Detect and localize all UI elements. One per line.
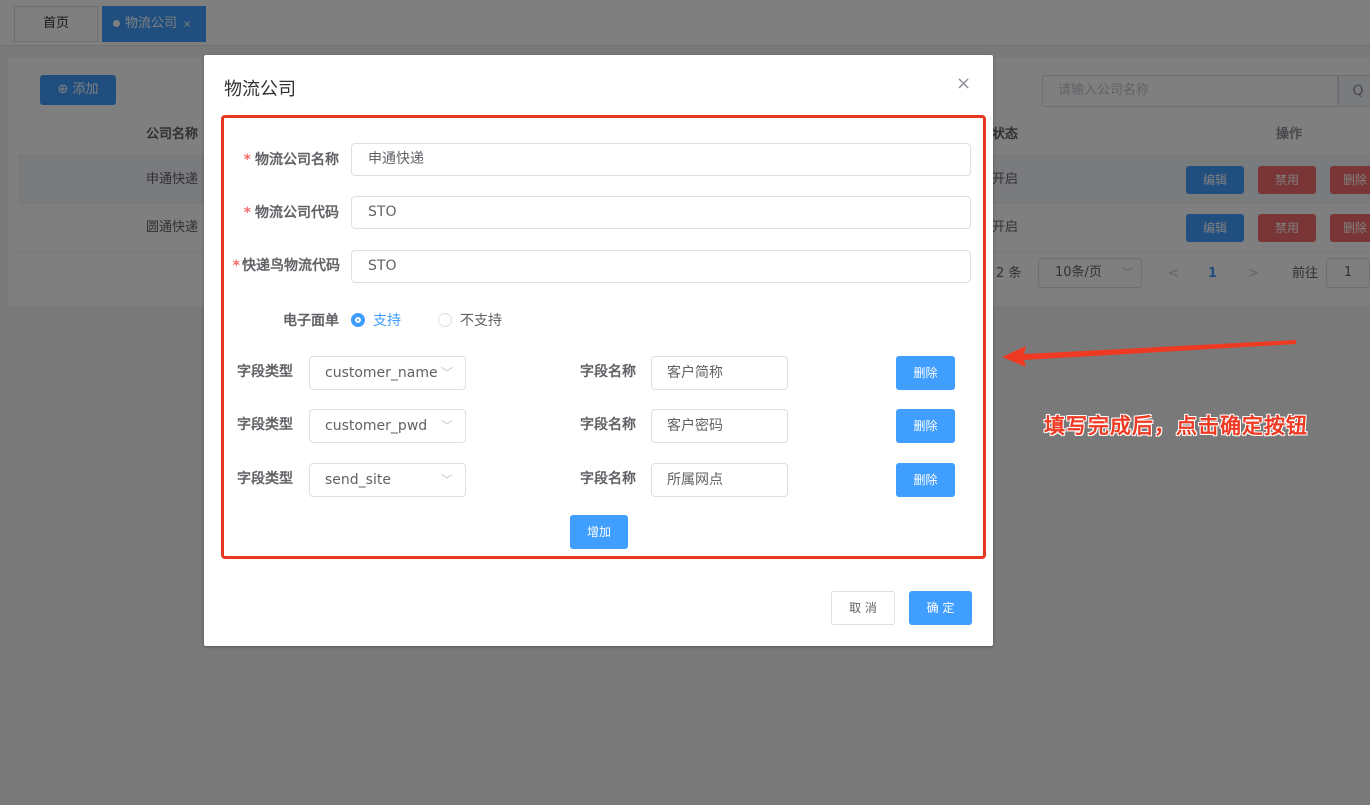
dialog-title: 物流公司 [224, 79, 296, 100]
annotation-arrow-icon [1002, 340, 1296, 367]
confirm-button[interactable]: 确 定 [909, 591, 972, 625]
annotation-text: 填写完成后，点击确定按钮 [1044, 414, 1308, 438]
cancel-button[interactable]: 取 消 [831, 591, 895, 625]
annotation-highlight-box [221, 115, 986, 559]
close-icon[interactable]: × [956, 73, 971, 94]
